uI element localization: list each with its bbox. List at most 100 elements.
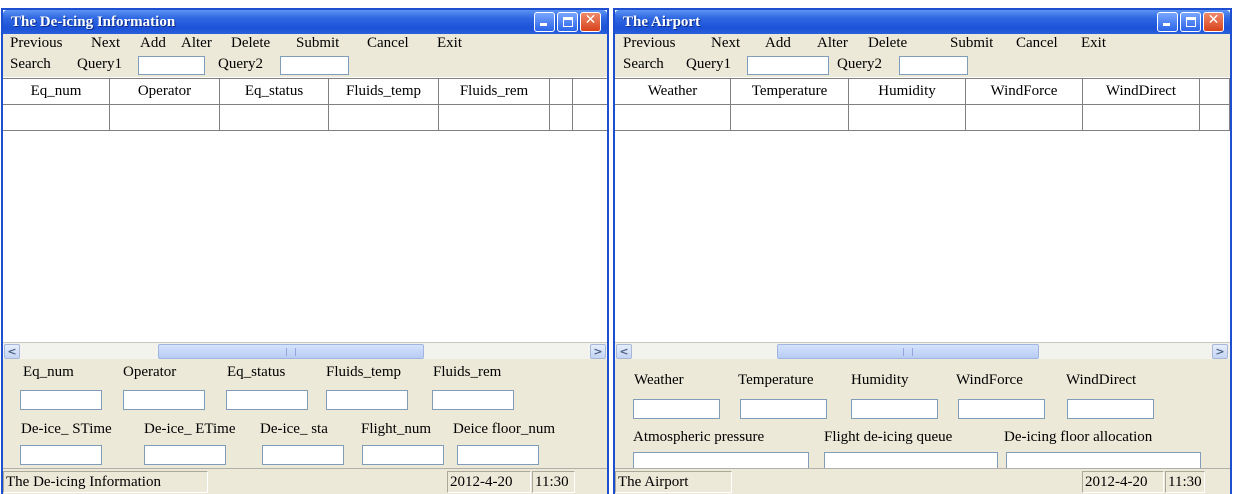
horizontal-scrollbar[interactable]: < > (3, 342, 607, 359)
table-cell[interactable] (615, 105, 731, 130)
maximize-button[interactable] (557, 12, 578, 32)
menu-alter[interactable]: Alter (817, 35, 848, 52)
column-header[interactable]: Temperature (731, 79, 849, 104)
deice-stime-field[interactable] (20, 445, 102, 465)
minimize-button[interactable] (1157, 12, 1178, 32)
table-cell[interactable] (3, 105, 110, 130)
window-title: The Airport (623, 14, 701, 30)
menu-cancel[interactable]: Cancel (1016, 35, 1058, 52)
scroll-right-button[interactable]: > (590, 344, 606, 359)
minimize-button[interactable] (534, 12, 555, 32)
operator-field[interactable] (123, 390, 205, 410)
flight-num-field[interactable] (362, 445, 444, 465)
column-header[interactable]: Fluids_rem (439, 79, 550, 104)
table-row[interactable] (3, 105, 607, 131)
windforce-field[interactable] (958, 399, 1045, 419)
eq-status-field[interactable] (226, 390, 308, 410)
table-cell[interactable] (966, 105, 1083, 130)
winddirect-field[interactable] (1067, 399, 1154, 419)
menu-previous[interactable]: Previous (623, 35, 676, 52)
maximize-button[interactable] (1180, 12, 1201, 32)
column-header[interactable]: Eq_num (3, 79, 110, 104)
menu-alter[interactable]: Alter (181, 35, 212, 52)
field-label: Weather (634, 372, 684, 388)
column-header[interactable]: Weather (615, 79, 731, 104)
status-time: 11:30 (1165, 471, 1205, 493)
data-grid[interactable]: Eq_num Operator Eq_status Fluids_temp Fl… (3, 78, 607, 342)
fluids-rem-field[interactable] (432, 390, 514, 410)
column-header[interactable]: Eq_status (220, 79, 329, 104)
menu-delete[interactable]: Delete (868, 35, 907, 52)
table-cell[interactable] (110, 105, 220, 130)
column-header[interactable] (550, 79, 573, 104)
humidity-field[interactable] (851, 399, 938, 419)
query2-input[interactable] (280, 56, 349, 75)
table-cell[interactable] (439, 105, 550, 130)
query1-input[interactable] (747, 56, 829, 75)
table-cell[interactable] (731, 105, 849, 130)
scroll-left-button[interactable]: < (4, 344, 20, 359)
menu-cancel[interactable]: Cancel (367, 35, 409, 52)
table-cell[interactable] (220, 105, 329, 130)
title-bar[interactable]: The Airport ✕ (615, 10, 1230, 34)
scroll-thumb[interactable] (158, 344, 424, 359)
search-label[interactable]: Search (10, 56, 51, 73)
menu-previous[interactable]: Previous (10, 35, 63, 52)
field-label: Eq_num (23, 364, 74, 380)
column-header[interactable] (1200, 79, 1230, 104)
deice-sta-field[interactable] (262, 445, 344, 465)
temperature-field[interactable] (740, 399, 827, 419)
query2-input[interactable] (899, 56, 968, 75)
data-grid[interactable]: Weather Temperature Humidity WindForce W… (615, 78, 1230, 342)
menu-exit[interactable]: Exit (437, 35, 462, 52)
field-label: Fluids_rem (433, 364, 502, 380)
horizontal-scrollbar[interactable]: < > (615, 342, 1230, 359)
column-header[interactable]: Fluids_temp (329, 79, 439, 104)
menu-exit[interactable]: Exit (1081, 35, 1106, 52)
title-bar[interactable]: The De-icing Information ✕ (3, 10, 607, 34)
maximize-icon (1186, 17, 1196, 27)
menu-bar: Previous Next Add Alter Delete Submit Ca… (615, 34, 1230, 55)
window-title: The De-icing Information (11, 14, 176, 30)
table-row[interactable] (615, 105, 1230, 131)
column-header[interactable]: WindDirect (1083, 79, 1200, 104)
grip-icon (286, 348, 296, 356)
query1-label: Query1 (77, 56, 122, 72)
minimize-icon (540, 23, 547, 26)
status-bar: The De-icing Information 2012-4-20 11:30 (3, 468, 607, 494)
deice-etime-field[interactable] (144, 445, 226, 465)
menu-next[interactable]: Next (711, 35, 740, 52)
menu-next[interactable]: Next (91, 35, 120, 52)
menu-add[interactable]: Add (765, 35, 791, 52)
table-cell[interactable] (1200, 105, 1230, 130)
search-label[interactable]: Search (623, 56, 664, 73)
field-label: Operator (123, 364, 177, 380)
close-button[interactable]: ✕ (580, 12, 601, 32)
field-label: Temperature (738, 372, 814, 388)
menu-add[interactable]: Add (140, 35, 166, 52)
field-label: De-icing floor allocation (1004, 429, 1153, 445)
grid-header-row: Weather Temperature Humidity WindForce W… (615, 79, 1230, 105)
scroll-left-button[interactable]: < (616, 344, 632, 359)
scroll-right-button[interactable]: > (1212, 344, 1228, 359)
search-bar: Search Query1 Query2 (615, 55, 1230, 77)
menu-delete[interactable]: Delete (231, 35, 270, 52)
scroll-right-icon: > (593, 345, 603, 358)
table-cell[interactable] (849, 105, 966, 130)
query1-input[interactable] (138, 56, 205, 75)
weather-field[interactable] (633, 399, 720, 419)
scroll-thumb[interactable] (777, 344, 1039, 359)
eq-num-field[interactable] (20, 390, 102, 410)
menu-submit[interactable]: Submit (296, 35, 339, 52)
close-button[interactable]: ✕ (1203, 12, 1224, 32)
table-cell[interactable] (1083, 105, 1200, 130)
column-header[interactable]: Operator (110, 79, 220, 104)
fluids-temp-field[interactable] (326, 390, 408, 410)
grip-icon (903, 348, 913, 356)
column-header[interactable]: Humidity (849, 79, 966, 104)
column-header[interactable]: WindForce (966, 79, 1083, 104)
table-cell[interactable] (329, 105, 439, 130)
menu-submit[interactable]: Submit (950, 35, 993, 52)
table-cell[interactable] (550, 105, 573, 130)
deice-floor-num-field[interactable] (457, 445, 539, 465)
